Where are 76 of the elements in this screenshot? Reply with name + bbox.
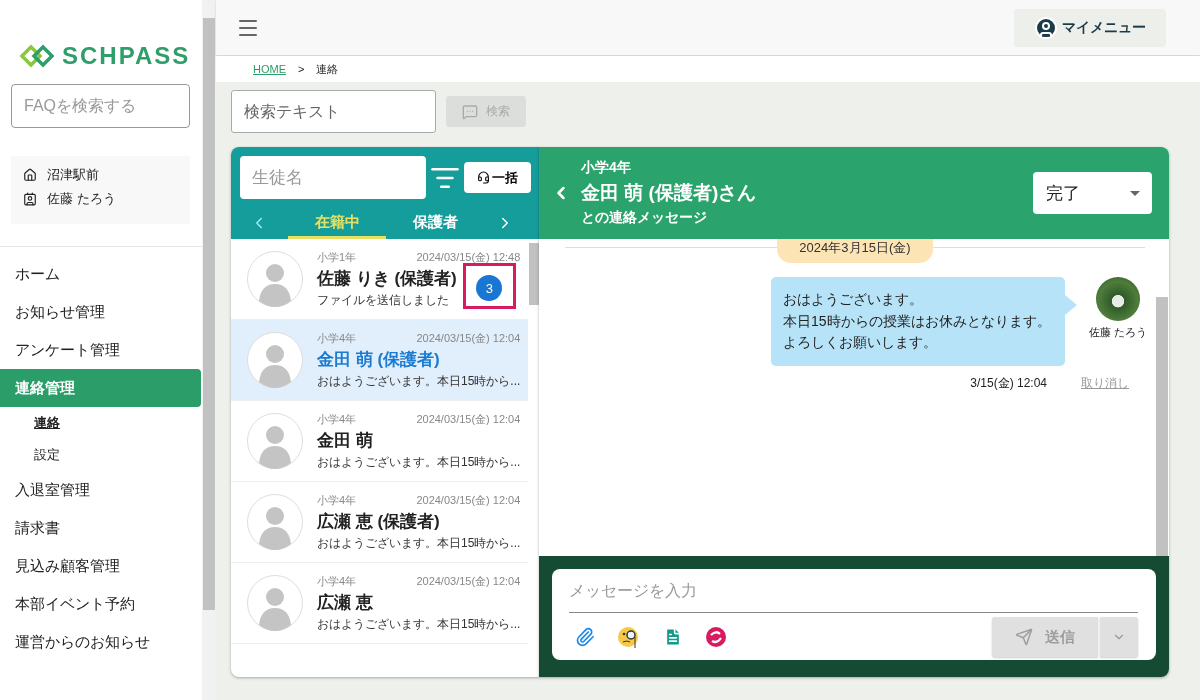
nav-item[interactable]: 運営からのお知らせ — [0, 623, 202, 661]
contact-preview: おはようございます。本日15時から... — [317, 372, 521, 390]
chat-grade: 小学4年 — [581, 159, 632, 177]
contact-date: 2024/03/15(金) 12:04 — [416, 492, 521, 508]
contact-preview: おはようございます。本日15時から... — [317, 534, 521, 552]
nav-item[interactable]: お知らせ管理 — [0, 293, 202, 331]
bulk-button[interactable]: 一括 — [464, 162, 531, 193]
sender-name: 佐藤 たろう — [1088, 325, 1148, 340]
message-time: 3/15(金) 12:04 — [970, 375, 1047, 393]
contact-date: 2024/03/15(金) 12:04 — [416, 573, 521, 589]
contact-date: 2024/03/15(金) 12:04 — [416, 330, 521, 346]
nav-subitem[interactable]: 設定 — [0, 439, 202, 471]
stamp-icon[interactable] — [705, 626, 727, 648]
contact-row[interactable]: 小学4年 2024/03/15(金) 12:04 広瀬 恵 (保護者) おはようございます。本日15時から... — [231, 482, 529, 563]
school-name: 沼津駅前 — [47, 166, 99, 184]
contact-date: 2024/03/15(金) 12:04 — [416, 411, 521, 427]
headset-icon — [477, 171, 490, 184]
contact-row[interactable]: 小学4年 2024/03/15(金) 12:04 金田 萌 おはようございます。本日15時から... — [231, 401, 529, 482]
contact-row[interactable]: 小学4年 2024/03/15(金) 12:04 広瀬 恵 おはようございます。本日15時から... — [231, 563, 529, 644]
contact-date: 2024/03/15(金) 12:48 — [416, 249, 521, 265]
status-dropdown[interactable]: 完了 — [1033, 172, 1152, 214]
faq-search-field[interactable]: FAQを検索する — [11, 84, 190, 128]
logo-icon — [20, 43, 54, 69]
date-chip: 2024年3月15日(金) — [777, 239, 933, 263]
unread-badge: 3 — [476, 275, 503, 301]
contact-name: 佐藤 りき (保護者) — [317, 267, 457, 290]
scrollbar-thumb[interactable] — [1156, 297, 1168, 556]
avatar-icon — [247, 413, 303, 469]
user-icon — [1034, 15, 1058, 40]
contact-preview: ファイルを送信しました — [317, 291, 450, 309]
avatar-icon — [247, 251, 303, 307]
breadcrumb-separator: > — [298, 63, 305, 75]
photo-placeholder — [1096, 277, 1140, 321]
scrollbar-thumb[interactable] — [528, 243, 539, 305]
contact-name: 金田 萌 — [317, 429, 373, 452]
contact-grade: 小学4年 — [317, 411, 357, 427]
nav-item[interactable]: 本部イベント予約 — [0, 585, 202, 623]
student-name-field[interactable]: 生徒名 — [240, 156, 426, 199]
home-icon — [23, 168, 37, 182]
contact-grade: 小学4年 — [317, 492, 357, 508]
message-line: おはようございます。 — [783, 290, 923, 309]
contact-grade: 小学4年 — [317, 573, 357, 589]
nav-item[interactable]: アンケート管理 — [0, 331, 202, 369]
scrollbar-thumb[interactable] — [203, 18, 215, 610]
chat-title: 金田 萌 (保護者)さん — [581, 181, 758, 205]
nav-item[interactable]: 入退室管理 — [0, 471, 202, 509]
chat-bubble-icon — [462, 103, 478, 120]
avatar-icon — [247, 494, 303, 550]
contact-name: 広瀬 恵 (保護者) — [317, 510, 440, 533]
contact-grade: 小学4年 — [317, 330, 357, 346]
nav-item[interactable]: ホーム — [0, 255, 202, 293]
caret-icon — [1130, 190, 1140, 196]
contact-preview: おはようございます。本日15時から... — [317, 453, 521, 471]
nav-item[interactable]: 見込み顧客管理 — [0, 547, 202, 585]
avatar-icon — [247, 332, 303, 388]
contact-row[interactable]: 小学1年 2024/03/15(金) 12:48 佐藤 りき (保護者) ファイルを送信しました 3 — [231, 239, 529, 320]
user-name: 佐藤 たろう — [47, 190, 116, 208]
contact-row[interactable]: 小学4年 2024/03/15(金) 12:04 金田 萌 (保護者) おはようございます。本日15時から... — [231, 320, 529, 401]
my-menu-button[interactable]: マイメニュー — [1014, 8, 1166, 47]
send-icon — [1015, 628, 1033, 646]
nav-item[interactable]: 請求書 — [0, 509, 202, 547]
monocle-face-icon[interactable] — [617, 625, 641, 649]
message-line: 本日15時からの授業はお休みとなります。 — [783, 311, 1051, 331]
paperclip-icon[interactable] — [575, 627, 595, 647]
breadcrumb-current: 連絡 — [316, 61, 339, 77]
id-badge-icon — [23, 192, 37, 206]
avatar-icon — [247, 575, 303, 631]
logo-text: SCHPASS — [62, 42, 191, 70]
nav-subitem[interactable]: 連絡 — [0, 407, 202, 439]
breadcrumb-link[interactable]: HOME — [253, 63, 286, 75]
contact-name: 金田 萌 (保護者) — [317, 348, 440, 371]
contact-preview: おはようございます。本日15時から... — [317, 615, 521, 633]
message-line: よろしくお願いします。 — [783, 333, 937, 353]
contact-grade: 小学1年 — [317, 249, 357, 265]
chat-subtitle: との連絡メッセージ — [581, 209, 708, 227]
contact-name: 広瀬 恵 — [317, 591, 373, 614]
